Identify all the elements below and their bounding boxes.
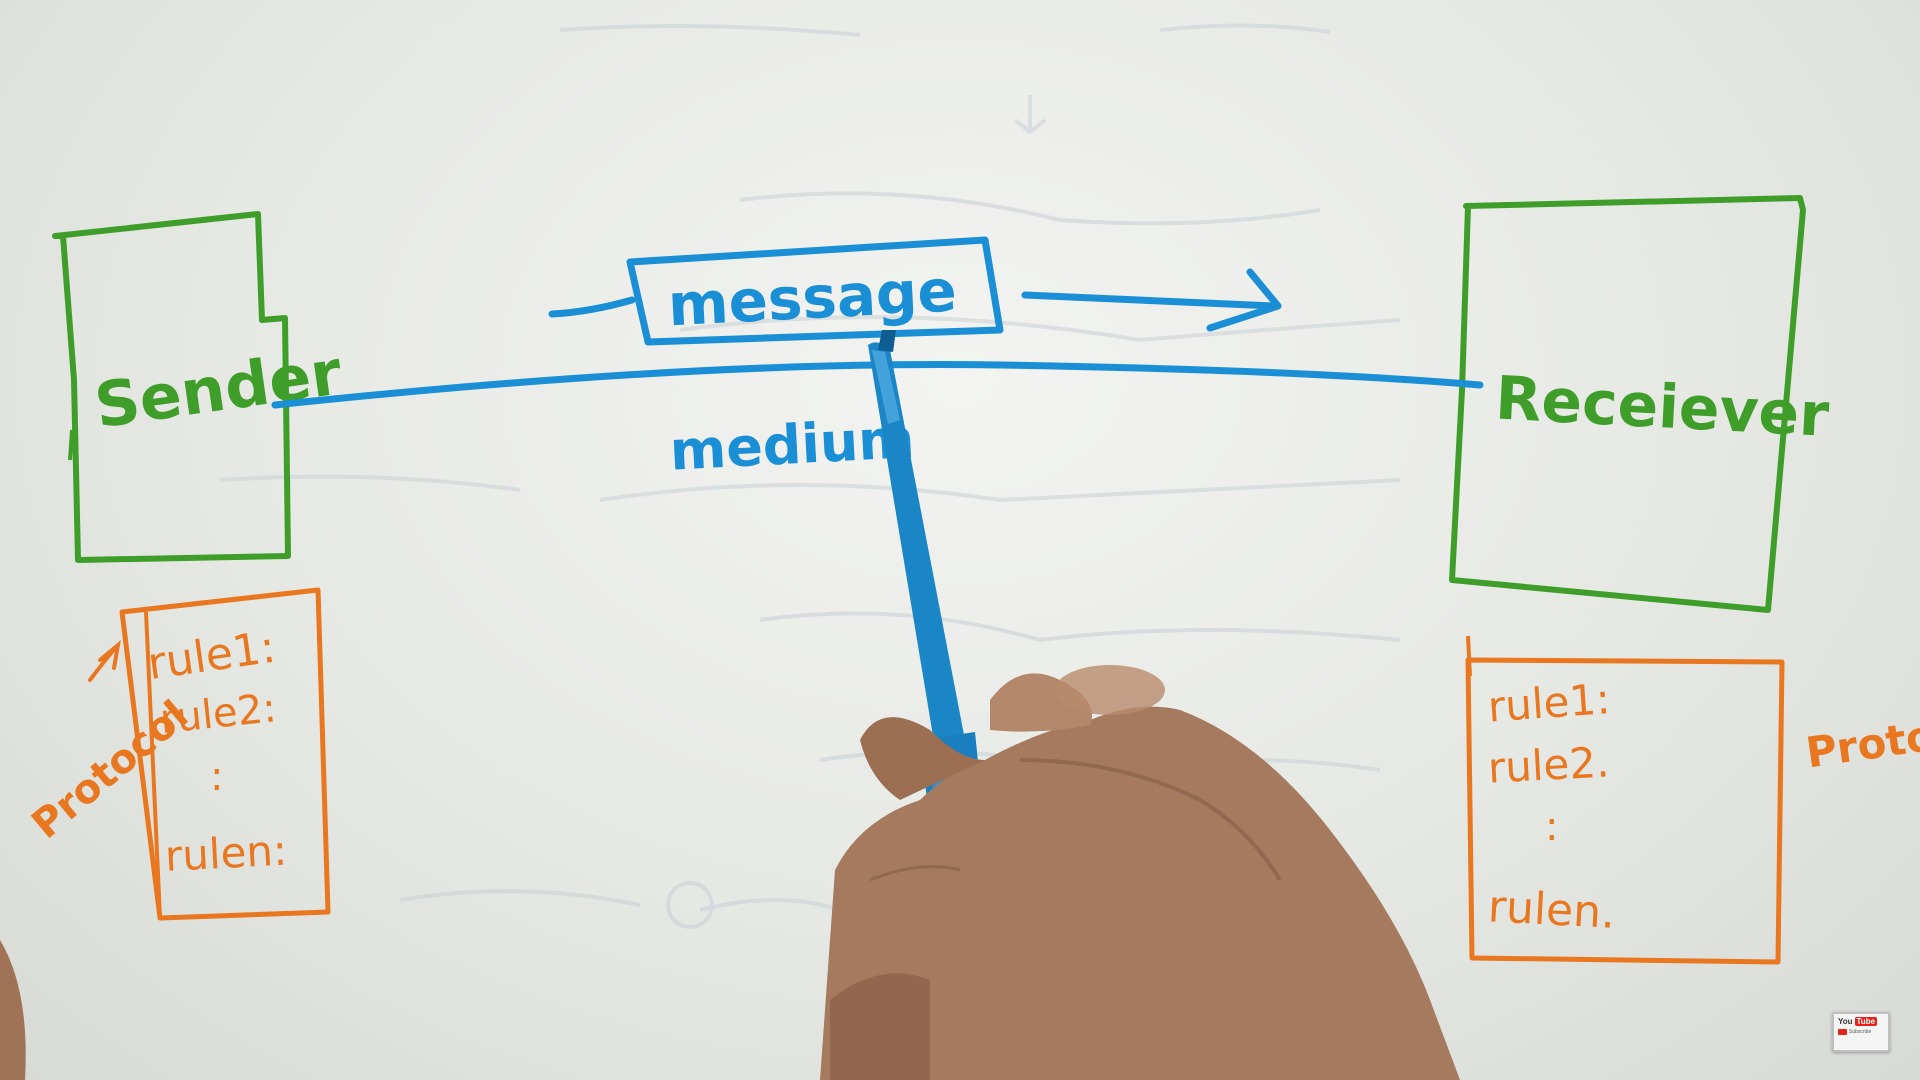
sender-rule-n: rulen: — [164, 826, 289, 881]
sender-rule-ellipsis: : — [210, 754, 223, 800]
youtube-logo-icon: You Tube — [1838, 1017, 1884, 1026]
message-arrow-tail — [548, 296, 636, 318]
youtube-logo-tube: Tube — [1854, 1017, 1878, 1026]
message-arrow — [1021, 268, 1282, 332]
play-icon — [1838, 1029, 1847, 1035]
receiver-label: Receiever — [1494, 364, 1831, 451]
message-label: message — [666, 256, 958, 339]
receiver-rule-n: rulen. — [1487, 881, 1617, 939]
subscribe-text: Subscribe — [1849, 1029, 1872, 1035]
receiver-rule-1: rule1: — [1486, 674, 1611, 731]
protocol-right-label: Proto — [1803, 711, 1920, 778]
protocol-left-label: Protocol — [23, 692, 197, 848]
presenter-hand — [820, 665, 1460, 1080]
whiteboard-scene: Sender Receiever medium message rule1: r… — [0, 23, 1920, 1080]
left-edge-hand — [0, 940, 26, 1080]
youtube-subscribe-badge[interactable]: You Tube Subscribe — [1832, 1012, 1890, 1052]
subscribe-row: Subscribe — [1838, 1029, 1884, 1035]
youtube-logo-you: You — [1838, 1017, 1853, 1026]
sender-label: Sender — [90, 335, 346, 442]
sender-box-tick — [68, 429, 74, 461]
medium-label: medium — [668, 407, 916, 483]
receiver-rules-box-tick — [1466, 635, 1472, 677]
sender-rule-1: rule1: — [145, 622, 279, 690]
receiver-rule-ellipsis: : — [1545, 804, 1558, 850]
receiver-rule-2: rule2. — [1487, 737, 1611, 792]
protocol-left-arrow — [88, 639, 121, 682]
